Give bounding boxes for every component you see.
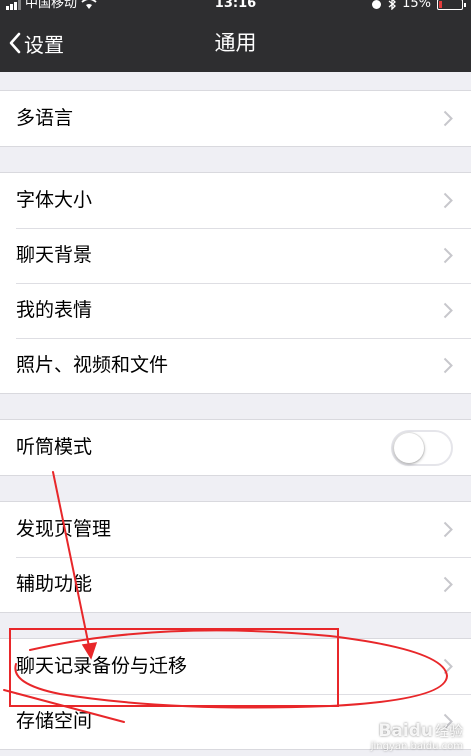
watermark-url: jingyan.baidu.com bbox=[370, 741, 463, 752]
chevron-right-icon bbox=[443, 192, 453, 209]
page-title: 通用 bbox=[214, 31, 257, 55]
battery-percent: 15% bbox=[402, 0, 431, 11]
nav-bar: 设置 通用 bbox=[0, 14, 471, 72]
row-language[interactable]: 多语言 bbox=[0, 91, 471, 146]
row-label: 字体大小 bbox=[16, 189, 93, 211]
bluetooth-icon bbox=[388, 0, 397, 10]
row-label: 聊天背景 bbox=[16, 244, 93, 266]
watermark-brand: Baidu bbox=[378, 721, 433, 741]
watermark: Baidu 经验 jingyan.baidu.com bbox=[371, 721, 463, 752]
chevron-right-icon bbox=[443, 576, 453, 593]
row-label: 辅助功能 bbox=[16, 573, 93, 595]
row-label: 发现页管理 bbox=[16, 518, 112, 540]
row-label: 多语言 bbox=[16, 107, 74, 129]
chevron-right-icon bbox=[443, 247, 453, 264]
settings-group-features: 发现页管理 辅助功能 bbox=[0, 501, 471, 613]
row-chat-background[interactable]: 聊天背景 bbox=[0, 228, 471, 283]
row-font-size[interactable]: 字体大小 bbox=[0, 173, 471, 228]
row-label: 照片、视频和文件 bbox=[16, 354, 169, 376]
row-label: 存储空间 bbox=[16, 710, 93, 732]
battery-level bbox=[439, 0, 442, 8]
chevron-right-icon bbox=[443, 357, 453, 374]
row-earpiece-mode: 听筒模式 bbox=[0, 420, 471, 475]
row-photos-videos-files[interactable]: 照片、视频和文件 bbox=[0, 338, 471, 393]
settings-list: 多语言 字体大小 聊天背景 我的表情 照片、视频和文件 听筒模式 发现页管理 辅… bbox=[0, 72, 471, 750]
row-accessibility[interactable]: 辅助功能 bbox=[0, 557, 471, 612]
chevron-right-icon bbox=[443, 521, 453, 538]
chevron-right-icon bbox=[443, 302, 453, 319]
settings-group-language: 多语言 bbox=[0, 90, 471, 147]
toggle-knob bbox=[394, 433, 424, 463]
row-label: 聊天记录备份与迁移 bbox=[16, 655, 188, 677]
row-discover-management[interactable]: 发现页管理 bbox=[0, 502, 471, 557]
watermark-sub: 经验 bbox=[435, 724, 463, 740]
earpiece-mode-toggle[interactable] bbox=[391, 430, 453, 466]
row-chat-backup-migration[interactable]: 聊天记录备份与迁移 bbox=[0, 639, 471, 694]
settings-group-earpiece: 听筒模式 bbox=[0, 419, 471, 476]
status-bar: 中国移动 13:16 15% bbox=[0, 0, 471, 14]
settings-group-display: 字体大小 聊天背景 我的表情 照片、视频和文件 bbox=[0, 172, 471, 394]
row-label: 听筒模式 bbox=[16, 436, 93, 458]
row-label: 我的表情 bbox=[16, 299, 93, 321]
alarm-icon bbox=[372, 0, 382, 9]
battery-icon bbox=[437, 0, 466, 10]
row-my-stickers[interactable]: 我的表情 bbox=[0, 283, 471, 338]
chevron-right-icon bbox=[443, 658, 453, 675]
chevron-right-icon bbox=[443, 110, 453, 127]
